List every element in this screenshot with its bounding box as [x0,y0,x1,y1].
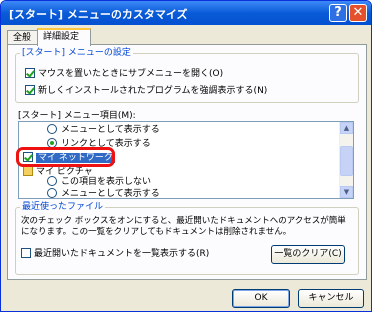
tab-general[interactable]: 全般 [7,30,38,45]
recent-files-description: 次のチェック ボックスをオンにすると、最近開いたドキュメントへのアクセスが簡単に… [21,216,346,237]
submenu-hover-label: マウスを置いたときにサブメニューを開く(O) [38,69,224,79]
tab-panel-advanced: [スタート] メニューの設定 マウスを置いたときにサブメニューを開く(O) 新し… [7,44,367,280]
cancel-button[interactable]: キャンセル [298,289,364,308]
list-recent-documents-checkbox[interactable]: 最近開いたドキュメントを一覧表示する(R) [21,248,209,260]
checkbox-unchecked-icon [21,248,31,258]
radio-icon [47,188,57,198]
checkbox-checked-icon [25,85,35,95]
window-title: [スタート] メニューのカスタマイズ [9,8,188,21]
scroll-thumb[interactable] [340,146,353,176]
scroll-up-icon[interactable]: ▲ [340,122,353,134]
help-button[interactable]: ? [329,4,347,22]
radio-icon [47,124,57,134]
start-menu-settings-legend: [スタート] メニューの設定 [22,48,131,58]
tab-advanced[interactable]: 詳細設定 [37,28,91,46]
title-bar[interactable]: [スタート] メニューのカスタマイズ ? ✕ [1,1,371,25]
radio-icon [47,176,57,186]
list-item[interactable]: メニューとして表示する [47,124,160,136]
highlight-annotation-box [16,147,115,167]
start-menu-items-label: [スタート] メニュー項目(M): [18,111,136,121]
highlight-new-programs-label: 新しくインストールされたプログラムを強調表示する(N) [38,86,268,96]
highlight-new-programs-checkbox[interactable]: 新しくインストールされたプログラムを強調表示する(N) [25,85,267,97]
checkbox-checked-icon [25,68,35,78]
clear-list-button[interactable]: 一覧のクリア(C) [271,245,345,264]
folder-icon [23,166,33,176]
recent-files-legend: 最近使ったファイル [22,202,104,212]
list-item[interactable]: この項目を表示しない [47,176,151,188]
vertical-scrollbar[interactable]: ▲ ▼ [339,122,353,198]
customize-start-menu-dialog: [スタート] メニューのカスタマイズ ? ✕ 全般 詳細設定 [スタート] メニ… [0,0,372,312]
submenu-hover-checkbox[interactable]: マウスを置いたときにサブメニューを開く(O) [25,68,223,80]
recent-files-group: 最近使ったファイル [15,203,359,275]
list-item[interactable]: メニューとして表示する [47,188,160,198]
list-recent-documents-label: 最近開いたドキュメントを一覧表示する(R) [34,249,210,259]
close-button[interactable]: ✕ [349,4,367,22]
ok-button[interactable]: OK [232,289,290,308]
scroll-down-icon[interactable]: ▼ [340,186,353,198]
